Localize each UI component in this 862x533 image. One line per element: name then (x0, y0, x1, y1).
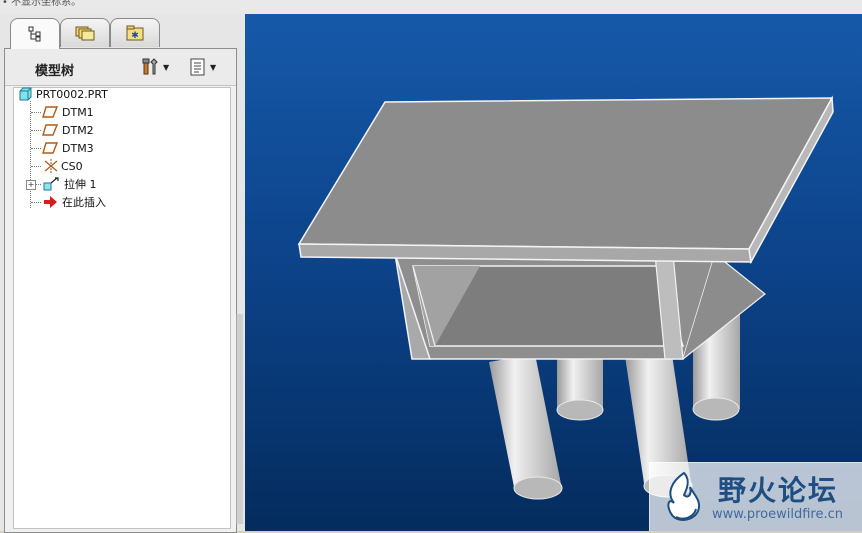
folder-icon (75, 26, 95, 41)
svg-text:✱: ✱ (131, 31, 139, 41)
model-tree-panel: 模型树 ▼ ▼ PRT0002.PRT DTM1 DTM2 DTM3 CS0 +… (4, 48, 237, 533)
tab-favorites[interactable]: ✱ (110, 18, 160, 47)
model-tree-icon (28, 26, 41, 42)
status-bar: • 不显示坐标系。 (0, 0, 862, 15)
watermark-title: 野火论坛 (718, 474, 839, 507)
extrude-icon (43, 177, 59, 191)
datum-plane-icon (42, 106, 58, 118)
panel-title: 模型树 (35, 64, 75, 79)
tree-root[interactable]: PRT0002.PRT (18, 86, 108, 102)
graphics-viewport[interactable]: 野火论坛 www.proewildfire.cn (245, 14, 862, 531)
datum-plane-icon (42, 124, 58, 136)
tree-item-dtm3[interactable]: DTM3 (42, 140, 94, 156)
watermark: 野火论坛 www.proewildfire.cn (649, 462, 862, 531)
show-button[interactable]: ▼ (188, 57, 216, 77)
settings-button[interactable]: ▼ (141, 57, 169, 77)
support-post (489, 354, 563, 500)
tab-folder-browser[interactable] (60, 18, 110, 47)
top-plate (297, 95, 834, 265)
tree-item-insert-here[interactable]: 在此插入 (42, 194, 106, 210)
part-icon (19, 87, 32, 101)
expand-toggle[interactable]: + (26, 180, 36, 190)
tree-connector (30, 101, 31, 208)
tree-item-dtm1[interactable]: DTM1 (42, 104, 94, 120)
chevron-down-icon: ▼ (163, 62, 170, 72)
model-tree: PRT0002.PRT DTM1 DTM2 DTM3 CS0 + 拉伸 1 在此… (13, 87, 231, 529)
coordinate-system-icon (44, 159, 58, 173)
tree-item-cs0[interactable]: CS0 (42, 158, 83, 174)
navigator-pane: ✱ 模型树 ▼ ▼ PRT0002.PRT DTM1 DTM2 DTM3 CS0… (0, 14, 245, 533)
insert-arrow-icon (44, 196, 57, 208)
tab-model-tree[interactable] (10, 18, 60, 49)
datum-plane-icon (42, 142, 58, 154)
model-tree-header: 模型树 ▼ ▼ (5, 49, 236, 86)
splitter-handle[interactable] (236, 314, 243, 524)
watermark-url: www.proewildfire.cn (712, 507, 843, 522)
tree-root-label: PRT0002.PRT (36, 87, 108, 101)
chevron-down-icon: ▼ (210, 62, 217, 72)
flame-logo-icon (667, 471, 700, 521)
model-render (297, 95, 834, 500)
favorites-icon: ✱ (126, 25, 144, 41)
tree-item-dtm2[interactable]: DTM2 (42, 122, 94, 138)
tree-item-extrude[interactable]: 拉伸 1 (42, 176, 97, 192)
tools-icon (142, 58, 158, 75)
status-message: • 不显示坐标系。 (2, 0, 82, 8)
list-icon (190, 58, 205, 76)
navigator-tabs: ✱ (10, 18, 240, 49)
